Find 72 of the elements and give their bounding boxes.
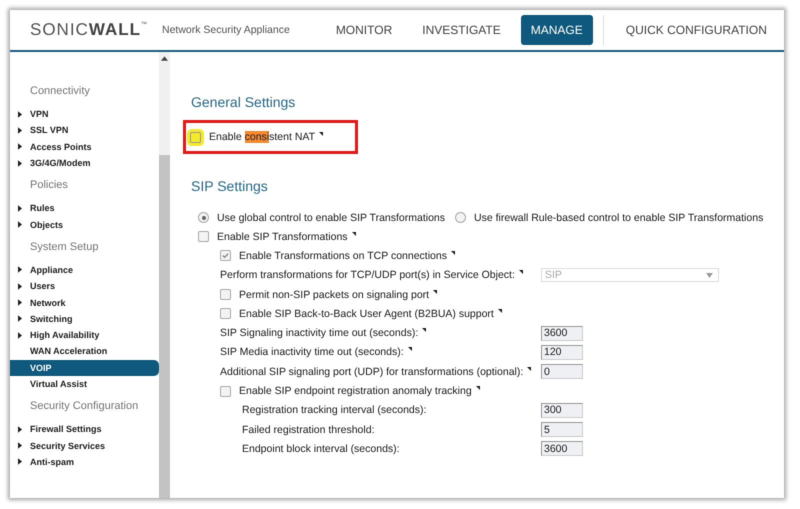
sidebar-item[interactable]: Appliance <box>10 262 159 278</box>
sidebar-item[interactable]: Access Points <box>10 138 159 155</box>
logo: SONICWALL$^{™}$ <box>30 20 148 40</box>
option-label: Enable consistent NAT <box>209 131 316 143</box>
input-field[interactable]: 300 <box>541 402 583 418</box>
input-field[interactable]: 3600 <box>541 326 583 341</box>
sidebar-item[interactable]: SSL VPN <box>10 122 159 139</box>
nav-tab[interactable]: INVESTIGATE <box>412 16 511 44</box>
nav-tab[interactable]: MONITOR <box>326 16 402 44</box>
field-label: Additional SIP signaling port (UDP) for transformations (optional): <box>220 366 524 378</box>
input-field[interactable]: 120 <box>541 344 583 360</box>
sidebar-item[interactable]: Switching <box>10 310 159 327</box>
sidebar-heading: Security Configuration <box>29 400 140 414</box>
radio-label: Use firewall Rule-based control to enable SIP Transformations <box>474 212 764 224</box>
nav-tab[interactable]: MANAGE <box>520 15 593 45</box>
input-field[interactable]: 0 <box>541 364 583 380</box>
sidebar-item[interactable]: Rules <box>10 200 159 216</box>
field-label: Enable Transformations on TCP connections <box>239 250 447 262</box>
section-title: General Settings <box>191 94 296 110</box>
field-label: Permit non-SIP packets on signaling port <box>239 288 430 301</box>
radio-button[interactable] <box>198 212 209 223</box>
sidebar-item[interactable]: Firewall Settings <box>10 421 159 438</box>
field-label: Perform transformations for TCP/UDP port(s) in Service Object: <box>220 269 515 282</box>
sidebar-item[interactable]: Network <box>10 294 159 311</box>
checkbox[interactable] <box>220 289 231 300</box>
field-label: Endpoint block interval (seconds): <box>242 442 400 455</box>
checkbox[interactable] <box>198 231 209 242</box>
help-icon[interactable] <box>422 328 426 332</box>
caret-icon <box>706 272 713 278</box>
sidebar-heading: Connectivity <box>29 85 91 99</box>
sidebar-item[interactable]: Security Services <box>10 437 159 454</box>
help-icon[interactable] <box>352 232 356 236</box>
scroll-up-icon[interactable] <box>161 56 168 61</box>
sidebar-item[interactable]: Users <box>10 278 159 294</box>
field-label: SIP Media inactivity time out (seconds): <box>220 346 404 358</box>
checkbox[interactable] <box>220 386 231 397</box>
nav-tab[interactable]: QUICK CONFIGURATION <box>616 16 777 44</box>
field-label: Enable SIP endpoint registration anomaly tracking <box>239 385 472 398</box>
help-icon[interactable] <box>518 270 523 274</box>
help-icon[interactable] <box>527 366 532 371</box>
section-title: SIP Settings <box>191 178 269 194</box>
field-label: Enable SIP Transformations <box>217 230 348 243</box>
sidebar-heading: System Setup <box>29 240 100 255</box>
field-label: Registration tracking interval (seconds): <box>242 404 426 416</box>
radio-button[interactable] <box>455 212 466 223</box>
input-field[interactable]: 5 <box>541 422 583 438</box>
help-icon[interactable] <box>476 386 480 390</box>
scroll-thumb[interactable] <box>159 155 170 498</box>
checkbox[interactable] <box>220 250 231 262</box>
sidebar-item[interactable]: WAN Acceleration <box>10 343 159 360</box>
check-icon <box>221 251 230 260</box>
scrollbar[interactable] <box>159 52 170 498</box>
radio-label: Use global control to enable SIP Transformations <box>217 212 446 224</box>
sidebar-item[interactable]: Objects <box>10 216 159 233</box>
help-icon[interactable] <box>498 308 502 313</box>
checkbox[interactable] <box>220 308 231 320</box>
input-field[interactable]: 3600 <box>541 441 583 456</box>
sidebar-item[interactable]: Virtual Assist <box>10 376 159 392</box>
sidebar-item[interactable]: Anti-spam <box>10 454 159 470</box>
field-label: Failed registration threshold: <box>242 424 374 436</box>
sidebar-heading: Policies <box>29 179 69 194</box>
help-icon[interactable] <box>433 290 438 294</box>
field-label: SIP Signaling inactivity time out (seconds): <box>220 327 418 340</box>
sidebar-item[interactable]: High Availability <box>10 326 159 344</box>
field-label: Enable SIP Back-to-Back User Agent (B2BUA) support <box>239 308 494 320</box>
help-icon[interactable] <box>319 132 324 136</box>
help-icon[interactable] <box>408 347 412 352</box>
sidebar-item[interactable]: 3G/4G/Modem <box>10 154 159 172</box>
sidebar-item[interactable]: VOIP <box>10 360 159 376</box>
help-icon[interactable] <box>450 250 455 255</box>
sidebar-item[interactable]: VPN <box>10 106 159 122</box>
product-name: Network Security Appliance <box>162 24 290 36</box>
